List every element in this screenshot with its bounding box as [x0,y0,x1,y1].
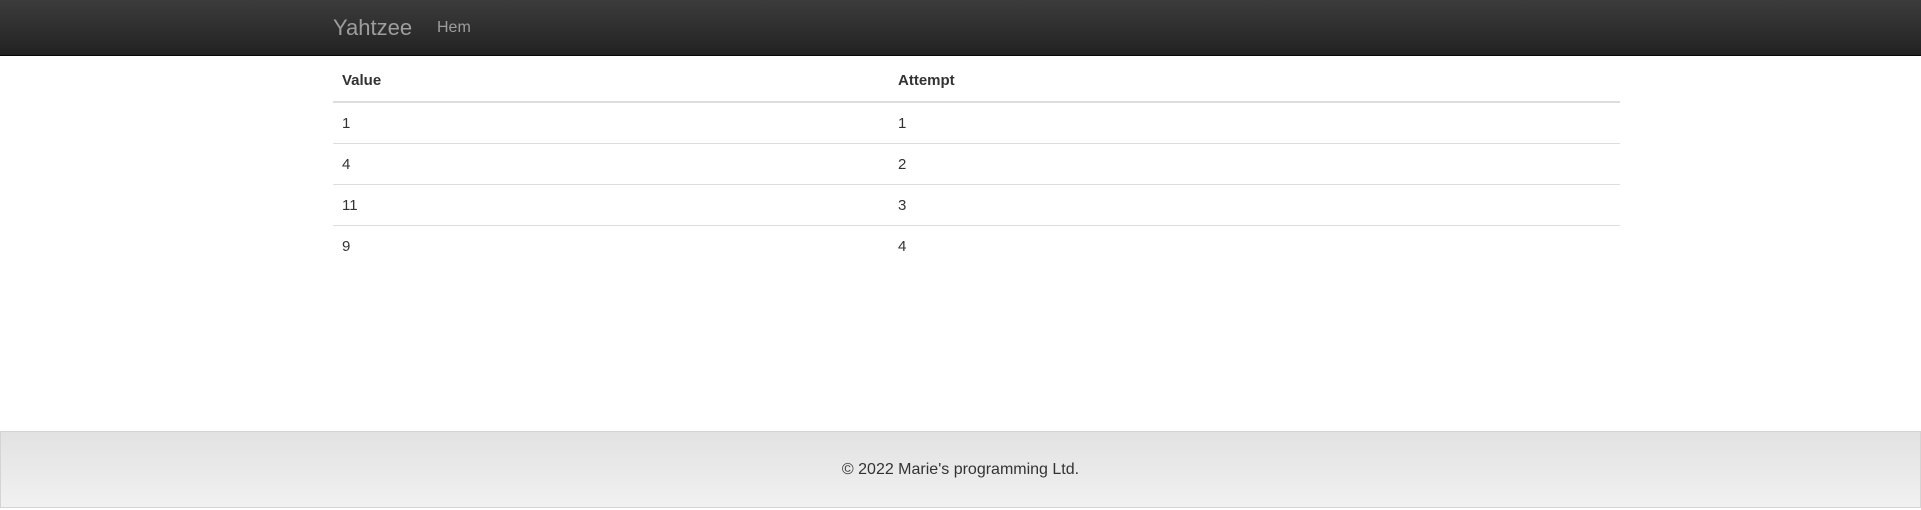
value-cell: 1 [342,114,351,132]
attempt-cell: 4 [889,225,1620,266]
top-navbar: Yahtzee Hem [0,0,1921,56]
column-header-value: Value [333,60,889,103]
table-row: 11 3 [333,184,1620,226]
attempt-cell: 1 [898,114,907,132]
value-cell: 9 [333,225,889,266]
footer-copyright: © 2022 Marie's programming Ltd. [841,460,1080,478]
column-header-attempt: Attempt [889,60,1620,103]
attempt-cell: 2 [889,143,1620,185]
page-footer: © 2022 Marie's programming Ltd. [0,431,1921,508]
value-cell: 11 [333,184,889,226]
value-cell: 4 [333,143,889,185]
nav-link-hem[interactable]: Hem [437,18,471,38]
attempt-cell: 3 [889,184,1620,226]
table-row: 1 1 [333,102,1620,144]
table-header-row: Value Attempt [333,60,1620,103]
table-row: 9 4 [333,225,1620,266]
results-table: Value Attempt 1 1 4 2 11 3 9 4 [333,60,1620,266]
table-row: 4 2 [333,143,1620,185]
results-table-container: Value Attempt 1 1 4 2 11 3 9 4 [333,60,1620,266]
brand-link[interactable]: Yahtzee [333,15,412,41]
